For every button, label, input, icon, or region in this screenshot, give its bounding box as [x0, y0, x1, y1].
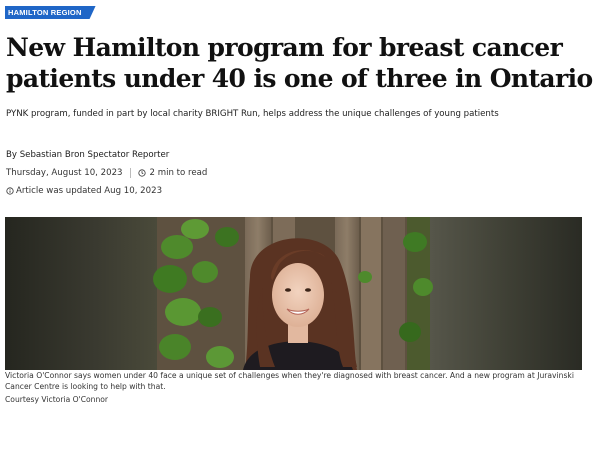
clock-icon [137, 169, 146, 177]
headline: New Hamilton program for breast cancer p… [6, 33, 593, 93]
updated-notice: Article was updated Aug 10, 2023 [6, 186, 162, 196]
publish-date: Thursday, August 10, 2023 [6, 168, 123, 178]
region-tag[interactable]: HAMILTON REGION [5, 6, 96, 19]
article-meta: Thursday, August 10, 2023 2 min to read [6, 168, 207, 178]
author-link[interactable]: Sebastian Bron [20, 150, 85, 160]
photo-caption: Victoria O'Connor says women under 40 fa… [5, 371, 574, 391]
portrait-image [5, 217, 582, 370]
meta-divider [129, 168, 131, 178]
article-photo[interactable] [5, 217, 582, 370]
updated-text: Article was updated Aug 10, 2023 [16, 186, 163, 196]
byline: By Sebastian Bron Spectator Reporter [6, 150, 169, 160]
photo-credit: Courtesy Victoria O'Connor [5, 395, 109, 404]
byline-prefix: By [6, 150, 17, 160]
info-icon [6, 187, 14, 195]
subheadline: PYNK program, funded in part by local ch… [6, 109, 499, 119]
read-time: 2 min to read [149, 168, 208, 178]
author-role: Spectator Reporter [87, 150, 170, 160]
